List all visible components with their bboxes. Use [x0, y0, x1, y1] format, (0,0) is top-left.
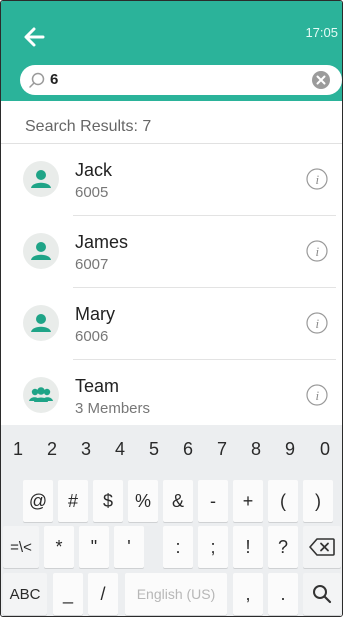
person-icon	[31, 170, 51, 188]
list-item[interactable]: Team 3 Members i	[1, 360, 342, 432]
keyboard-row-symbols: @ # $ % & - + ( )	[1, 477, 342, 525]
svg-text:i: i	[316, 388, 320, 403]
key-comma[interactable]: ,	[233, 573, 263, 615]
key-3[interactable]: 3	[69, 428, 103, 470]
key-open-paren[interactable]: (	[268, 480, 298, 522]
phone-screen: 17:05 6 Search Results: 7 Jack 6005 i Ja…	[0, 0, 343, 617]
contact-number: 6007	[75, 256, 109, 273]
list-item[interactable]: Jack 6005 i	[1, 144, 342, 216]
avatar	[23, 377, 59, 413]
key-asterisk[interactable]: *	[44, 526, 74, 568]
avatar	[23, 233, 59, 269]
contact-name: Mary	[75, 304, 115, 324]
key-9[interactable]: 9	[273, 428, 307, 470]
key-4[interactable]: 4	[103, 428, 137, 470]
search-input[interactable]: 6	[20, 65, 342, 95]
key-dollar[interactable]: $	[93, 480, 123, 522]
backspace-icon[interactable]	[303, 526, 341, 568]
info-icon[interactable]: i	[306, 240, 328, 262]
key-double-quote[interactable]: "	[79, 526, 109, 568]
key-colon[interactable]: :	[163, 526, 193, 568]
search-value: 6	[50, 71, 59, 88]
info-icon[interactable]: i	[306, 312, 328, 334]
keyboard-row-bottom: ABC _ / English (US) , .	[1, 570, 342, 616]
contact-number: 6005	[75, 184, 109, 201]
key-2[interactable]: 2	[35, 428, 69, 470]
contact-number: 6006	[75, 328, 109, 345]
key-5[interactable]: 5	[137, 428, 171, 470]
group-members-count: 3 Members	[75, 400, 151, 417]
svg-text:i: i	[316, 316, 320, 331]
svg-text:i: i	[316, 244, 320, 259]
back-arrow-icon[interactable]	[21, 23, 49, 51]
key-exclamation[interactable]: !	[233, 526, 263, 568]
key-ampersand[interactable]: &	[163, 480, 193, 522]
key-8[interactable]: 8	[239, 428, 273, 470]
contact-name: James	[75, 232, 129, 252]
key-hash[interactable]: #	[58, 480, 88, 522]
key-space[interactable]: English (US)	[125, 573, 227, 615]
key-minus[interactable]: -	[198, 480, 228, 522]
key-plus[interactable]: +	[233, 480, 263, 522]
key-7[interactable]: 7	[205, 428, 239, 470]
keyboard-row-digits: 1 2 3 4 5 6 7 8 9 0	[1, 425, 342, 473]
on-screen-keyboard: 1 2 3 4 5 6 7 8 9 0 @ # $ % & - + ( ) =\…	[1, 425, 342, 616]
info-icon[interactable]: i	[306, 168, 328, 190]
search-key-icon[interactable]	[303, 573, 341, 615]
keyboard-row-punctuation: =\< * " ' : ; ! ?	[1, 523, 342, 571]
key-question[interactable]: ?	[268, 526, 298, 568]
clear-search-icon[interactable]	[312, 71, 330, 89]
header-bar: 17:05 6	[1, 1, 342, 101]
key-at[interactable]: @	[23, 480, 53, 522]
key-6[interactable]: 6	[171, 428, 205, 470]
search-icon	[28, 71, 46, 89]
key-underscore[interactable]: _	[53, 573, 83, 615]
key-semicolon[interactable]: ;	[198, 526, 228, 568]
key-abc[interactable]: ABC	[3, 573, 47, 615]
key-close-paren[interactable]: )	[303, 480, 333, 522]
avatar	[23, 161, 59, 197]
key-1[interactable]: 1	[1, 428, 35, 470]
person-icon	[31, 242, 51, 260]
avatar	[23, 305, 59, 341]
status-time: 17:05	[305, 25, 338, 40]
person-icon	[31, 314, 51, 332]
contact-name: Jack	[75, 160, 113, 180]
svg-text:i: i	[316, 172, 320, 187]
key-single-quote[interactable]: '	[114, 526, 144, 568]
key-percent[interactable]: %	[128, 480, 158, 522]
group-icon	[29, 387, 53, 402]
search-results-count: Search Results: 7	[25, 118, 152, 135]
info-icon[interactable]: i	[306, 384, 328, 406]
list-item[interactable]: Mary 6006 i	[1, 288, 342, 360]
key-more-symbols[interactable]: =\<	[3, 526, 39, 568]
key-0[interactable]: 0	[307, 428, 342, 470]
key-period[interactable]: .	[268, 573, 298, 615]
list-item[interactable]: James 6007 i	[1, 216, 342, 288]
key-slash[interactable]: /	[88, 573, 118, 615]
results-list: Jack 6005 i James 6007 i Mary 6006 i Tea…	[1, 144, 342, 432]
contact-name: Team	[75, 376, 120, 396]
